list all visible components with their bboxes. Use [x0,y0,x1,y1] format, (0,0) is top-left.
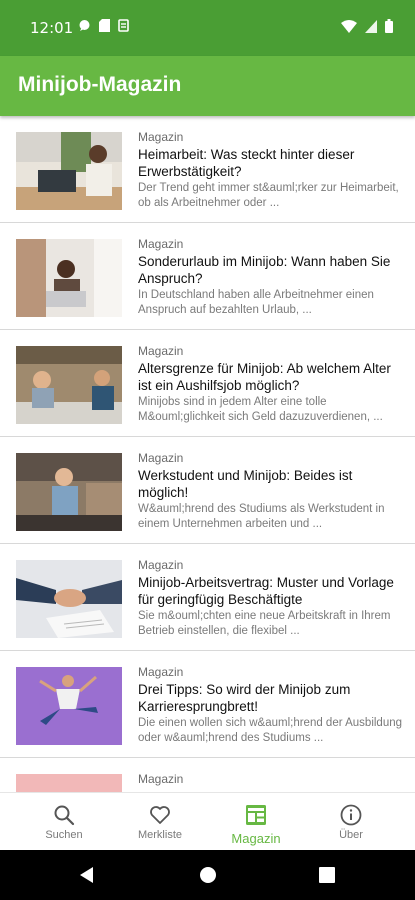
nav-magazine-label: Magazin [231,831,281,846]
status-time: 12:01 [30,19,74,37]
nav-watchlist-label: Merkliste [137,829,182,841]
system-navigation-bar [0,850,415,900]
article-teaser: Sie m&ouml;chten eine neue Arbeitskraft … [138,610,391,637]
article-thumbnail [16,667,122,745]
newspaper-icon [246,805,266,825]
article-kicker: Magazin [138,772,184,786]
sd-card-icon [99,19,110,32]
article-title: Altersgrenze für Minijob: Ab welchem Alt… [138,361,391,393]
heart-icon [150,806,170,824]
battery-icon [385,19,393,33]
chat-notification-icon [79,20,90,31]
nav-magazine[interactable]: Magazin [208,793,304,851]
article-thumbnail [16,774,122,792]
article-kicker: Magazin [138,558,184,572]
article-teaser: Minijobs sind in jedem Alter eine tolle … [138,396,383,423]
storage-icon [118,19,129,32]
article-thumbnail [16,239,122,317]
article-teaser: Die einen wollen sich w&auml;hrend der A… [138,717,403,744]
article-list[interactable]: Magazin Heimarbeit: Was steckt hinter di… [0,116,415,792]
info-icon [340,804,362,826]
article-kicker: Magazin [138,130,184,144]
article-teaser: Der Trend geht immer st&auml;rker zur He… [138,182,399,209]
nav-search[interactable]: Suchen [16,793,112,851]
article-item[interactable]: Magazin Altersgrenze für Minijob: Ab wel… [0,330,415,437]
app-bar: Minijob-Magazin [0,56,415,116]
article-kicker: Magazin [138,344,184,358]
bottom-navigation: Suchen Merkliste Magazin Über [0,792,415,851]
article-item[interactable]: Magazin Drei Tipps: So wird der Minijob … [0,651,415,758]
nav-about[interactable]: Über [303,793,399,851]
nav-search-label: Suchen [45,829,83,841]
article-teaser: W&auml;hrend des Studiums als Werkstuden… [138,503,385,530]
recents-icon[interactable] [319,867,335,883]
nav-watchlist[interactable]: Merkliste [112,793,208,851]
notification-icons [78,19,129,32]
home-icon[interactable] [199,866,217,884]
article-title: Werkstudent und Minijob: Beides ist mögl… [138,468,353,500]
article-kicker: Magazin [138,237,184,251]
search-icon [54,805,75,826]
back-icon[interactable] [78,866,96,884]
article-title: Heimarbeit: Was steckt hinter dieser Erw… [138,147,355,179]
nav-about-label: Über [339,829,363,841]
article-thumbnail [16,346,122,424]
article-kicker: Magazin [138,665,184,679]
wifi-icon [341,19,357,33]
article-item[interactable]: Magazin Minijob-Arbeitsvertrag: Muster u… [0,544,415,651]
article-thumbnail [16,560,122,638]
article-kicker: Magazin [138,451,184,465]
article-item[interactable]: Magazin Werkstudent und Minijob: Beides … [0,437,415,544]
page-title: Minijob-Magazin [18,73,182,96]
article-teaser: In Deutschland haben alle Arbeitnehmer e… [138,289,374,316]
article-title: Drei Tipps: So wird der Minijob zum Karr… [138,682,351,714]
article-title: Sonderurlaub im Minijob: Wann haben Sie … [138,254,391,286]
article-item[interactable]: Magazin Sonderurlaub im Minijob: Wann ha… [0,223,415,330]
system-status-icons [341,19,393,33]
status-bar: 12:01 [0,0,415,56]
article-item[interactable]: Magazin Heimarbeit: Was steckt hinter di… [0,116,415,223]
article-title: Minijob-Arbeitsvertrag: Muster und Vorla… [138,575,394,607]
article-item[interactable]: Magazin [0,758,415,792]
article-thumbnail [16,132,122,210]
signal-icon [365,19,377,33]
article-thumbnail [16,453,122,531]
